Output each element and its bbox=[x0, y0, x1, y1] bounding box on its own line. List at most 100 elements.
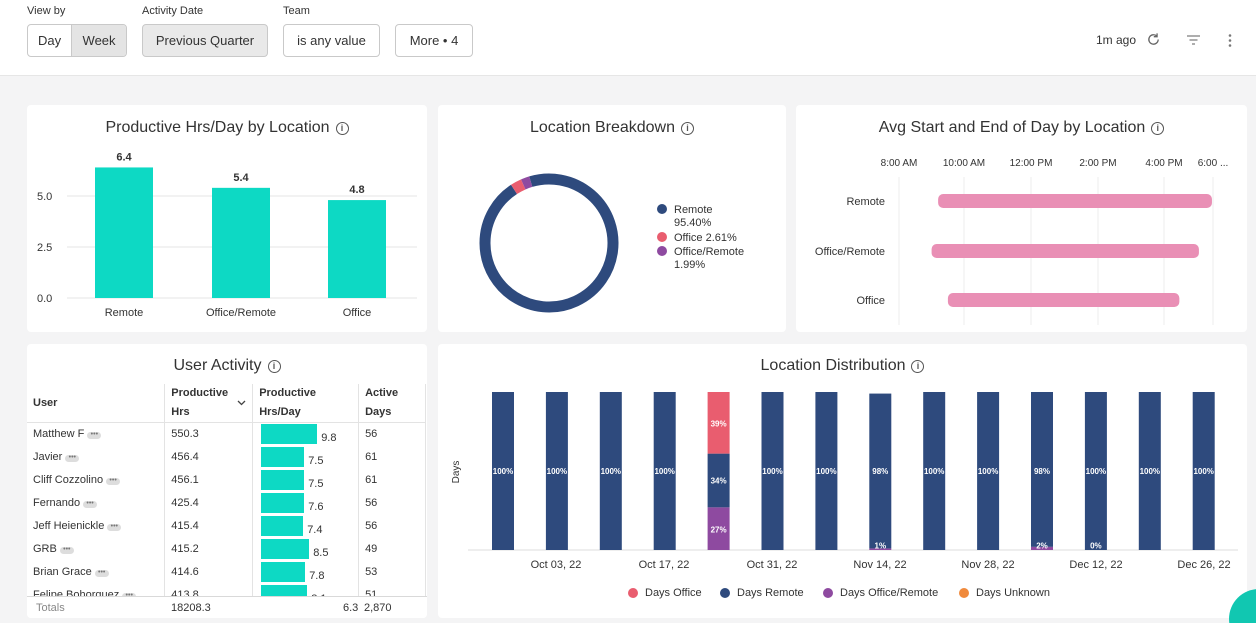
bar-percent-label: 27% bbox=[711, 525, 727, 534]
user-name: Brian Grace bbox=[33, 566, 92, 578]
team-label: Team bbox=[283, 5, 310, 17]
productive-hrs-chart: 0.0 2.5 5.0 6.4 Remote 5.4 Office/Remote 4.8 Off… bbox=[37, 151, 417, 319]
user-activity-title: User Activity i bbox=[27, 357, 427, 375]
x-tick-label: Oct 17, 22 bbox=[639, 559, 690, 571]
more-icon[interactable]: ••• bbox=[94, 569, 109, 577]
user-name: Jeff Heienickle bbox=[33, 520, 105, 532]
more-icon[interactable]: ••• bbox=[106, 477, 121, 485]
active-days-cell: 56 bbox=[358, 514, 426, 538]
productive-hrs-day-cell: 7.6 bbox=[252, 491, 360, 515]
more-icon[interactable]: ••• bbox=[87, 431, 102, 440]
productive-hrs-card: Productive Hrs/Day by Location i 0.0 2.5 5.… bbox=[27, 105, 427, 332]
table-row[interactable]: Javier ••• 456.4 7.5 61 bbox=[27, 445, 426, 469]
bar-value-label: 6.4 bbox=[116, 151, 132, 163]
user-name: Fernando bbox=[33, 497, 81, 509]
column-header-active-days[interactable]: Active Days bbox=[358, 384, 426, 423]
header-line-2: Days bbox=[365, 406, 392, 418]
y-tick-label: Office/Remote bbox=[815, 246, 885, 258]
start-end-card: Avg Start and End of Day by Location i 8:… bbox=[796, 105, 1247, 332]
user-cell: Javier ••• bbox=[27, 445, 166, 469]
refresh-icon[interactable] bbox=[1146, 32, 1161, 47]
team-filter[interactable]: is any value bbox=[283, 24, 380, 57]
more-filters-button[interactable]: More • 4 bbox=[395, 24, 473, 57]
more-options-icon[interactable] bbox=[1227, 33, 1233, 48]
bar-percent-label: 34% bbox=[711, 476, 727, 485]
x-tick-label: 10:00 AM bbox=[943, 158, 985, 169]
productive-hrs-day-cell: 7.4 bbox=[252, 514, 360, 538]
user-cell: Brian Grace ••• bbox=[27, 560, 166, 584]
week-option[interactable]: Week bbox=[71, 25, 126, 56]
y-tick-label: 2.5 bbox=[37, 242, 52, 254]
productive-hrs-day-cell: 9.8 bbox=[252, 422, 360, 446]
filter-toolbar: View by Day Week Activity Date Previous … bbox=[0, 0, 1256, 76]
productive-hrs-cell: 414.6 bbox=[164, 560, 254, 584]
per-day-value: 8.5 bbox=[313, 546, 329, 559]
header-line-1: Productive bbox=[171, 387, 229, 399]
y-tick-label: 0.0 bbox=[37, 293, 52, 305]
day-option[interactable]: Day bbox=[28, 25, 71, 56]
bar-percent-label: 100% bbox=[547, 467, 567, 476]
range-bar bbox=[931, 244, 1199, 258]
x-tick-label: Office bbox=[343, 307, 372, 319]
bar-percent-label: 98% bbox=[1034, 467, 1050, 476]
legend-swatch bbox=[657, 246, 667, 256]
bar-value-label: 4.8 bbox=[349, 184, 364, 196]
more-icon[interactable]: ••• bbox=[65, 454, 80, 462]
bar-percent-label: 100% bbox=[762, 467, 782, 476]
table-row[interactable]: GRB ••• 415.2 8.5 49 bbox=[27, 537, 426, 561]
bar-percent-label: 98% bbox=[872, 467, 888, 476]
x-tick-label: Nov 28, 22 bbox=[961, 559, 1014, 571]
activity-date-label: Activity Date bbox=[142, 5, 204, 17]
per-day-bar bbox=[261, 424, 318, 445]
table-row[interactable]: Matthew F ••• 550.3 9.8 56 bbox=[27, 422, 426, 446]
bar-value-label: 5.4 bbox=[233, 172, 249, 184]
location-breakdown-chart: Remote95.40% Office 2.61% Office/Remote1.9… bbox=[479, 173, 744, 313]
table-row[interactable]: Jeff Heienickle ••• 415.4 7.4 56 bbox=[27, 514, 426, 538]
bar-percent-label: 100% bbox=[654, 467, 674, 476]
user-cell: Fernando ••• bbox=[27, 491, 166, 515]
totals-label: Totals bbox=[36, 602, 65, 614]
bar-percent-label: 100% bbox=[1140, 467, 1160, 476]
productive-hrs-day-cell: 7.8 bbox=[252, 560, 360, 584]
productive-hrs-day-cell: 8.5 bbox=[252, 537, 360, 561]
table-row[interactable]: Brian Grace ••• 414.6 7.8 53 bbox=[27, 560, 426, 584]
per-day-value: 7.6 bbox=[308, 500, 324, 513]
more-icon[interactable]: ••• bbox=[59, 546, 74, 554]
legend-swatch bbox=[628, 588, 638, 598]
column-header-productive-hrs-day[interactable]: Productive Hrs/Day bbox=[252, 384, 360, 423]
table-row[interactable]: Fernando ••• 425.4 7.6 56 bbox=[27, 491, 426, 515]
active-days-cell: 49 bbox=[358, 537, 426, 561]
table-row[interactable]: Cliff Cozzolino ••• 456.1 7.5 61 bbox=[27, 468, 426, 492]
more-icon[interactable]: ••• bbox=[107, 523, 122, 531]
location-distribution-chart: Days 100% 100% 100% 100% 39% 34% 27% 100% 100% 98%… bbox=[451, 392, 1238, 599]
active-days-cell: 56 bbox=[358, 491, 426, 515]
sort-chevron-down-icon[interactable] bbox=[237, 400, 246, 406]
bar bbox=[212, 187, 270, 298]
donut-slice bbox=[521, 176, 533, 190]
x-tick-label: Remote bbox=[105, 307, 144, 319]
bar bbox=[328, 200, 386, 298]
activity-date-filter[interactable]: Previous Quarter bbox=[142, 24, 268, 57]
per-day-value: 7.5 bbox=[308, 454, 324, 467]
totals-row: Totals 18208.3 6.3 2,870 bbox=[27, 596, 427, 618]
column-header-productive-hrs[interactable]: Productive Hrs bbox=[164, 384, 254, 423]
legend-swatch bbox=[720, 588, 730, 598]
filter-icon[interactable] bbox=[1186, 34, 1201, 46]
per-day-value: 7.5 bbox=[308, 477, 324, 490]
info-icon[interactable]: i bbox=[267, 360, 281, 373]
per-day-bar bbox=[261, 516, 304, 536]
user-activity-title-text: User Activity bbox=[173, 357, 262, 374]
user-cell: Matthew F ••• bbox=[27, 422, 166, 446]
user-cell: Jeff Heienickle ••• bbox=[27, 514, 166, 538]
per-day-bar bbox=[261, 493, 305, 513]
legend-label: Office/Remote bbox=[674, 246, 744, 258]
productive-hrs-cell: 456.1 bbox=[164, 468, 254, 492]
more-icon[interactable]: ••• bbox=[83, 500, 98, 508]
bar-percent-label: 100% bbox=[1086, 467, 1106, 476]
bar-percent-label: 2% bbox=[1036, 541, 1048, 550]
per-day-bar bbox=[261, 539, 310, 559]
bar-percent-label: 100% bbox=[978, 467, 998, 476]
start-end-chart: 8:00 AM 10:00 AM 12:00 PM 2:00 PM 4:00 PM 6:0… bbox=[815, 158, 1228, 325]
x-tick-label: 12:00 PM bbox=[1010, 158, 1053, 169]
column-header-user[interactable]: User bbox=[27, 384, 166, 423]
